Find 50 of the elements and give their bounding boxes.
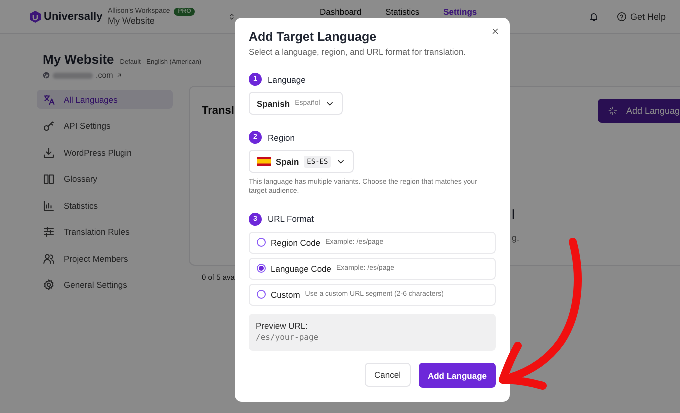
sparkle-icon (608, 106, 618, 116)
radio-button[interactable] (257, 264, 266, 274)
blurred-domain (53, 72, 93, 78)
sidebar-item[interactable]: General Settings (37, 276, 173, 294)
wordpress-icon (43, 72, 50, 79)
download-icon (43, 146, 55, 158)
sidebar-item[interactable]: WordPress Plugin (37, 143, 173, 162)
empty-state-title: l (512, 207, 515, 222)
translate-icon (43, 94, 55, 106)
nav-tab[interactable]: Dashboard (308, 7, 374, 17)
dialog-subtitle: Select a language, region, and URL format for translation. (249, 47, 468, 57)
dialog-title: Add Target Language (249, 30, 378, 44)
gear-icon (43, 279, 55, 291)
site-title: My Website (43, 52, 114, 67)
sidebar-item[interactable]: Project Members (37, 249, 173, 268)
sidebar-item[interactable]: Statistics (37, 196, 173, 215)
add-language-button[interactable]: Add Languag (598, 99, 680, 123)
preview-label: Preview URL: (256, 320, 309, 331)
logo-icon (30, 10, 41, 22)
key-icon (43, 120, 55, 132)
bell-icon (589, 12, 600, 22)
close-icon (491, 27, 500, 36)
chevron-updown-icon (228, 12, 236, 20)
empty-state-text: g. (512, 233, 520, 243)
sidebar-item[interactable]: All Languages (37, 90, 173, 109)
radio-button[interactable] (257, 290, 266, 300)
sliders-icon (43, 226, 55, 238)
step-label: Language (268, 74, 306, 84)
site-name: My Website (108, 16, 156, 26)
step-label: URL Format (268, 214, 314, 224)
add-language-button[interactable]: Add Language (418, 363, 496, 388)
flag-icon (257, 157, 271, 166)
help-button[interactable]: Get Help (611, 10, 672, 22)
cancel-button[interactable]: Cancel (364, 363, 411, 387)
card-title: Transl (202, 105, 234, 119)
sidebar-item[interactable]: API Settings (37, 116, 173, 136)
brand-name: Universally (44, 10, 103, 22)
preview-url: /es/your-page (256, 332, 320, 342)
users-icon (43, 252, 55, 264)
help-icon (617, 12, 628, 22)
step-label: Region (268, 132, 295, 142)
bar-chart-icon (43, 200, 55, 212)
sidebar-item[interactable]: Translation Rules (37, 222, 173, 242)
nav-tab[interactable]: Settings (432, 7, 490, 17)
external-link-icon (116, 72, 124, 79)
sidebar-item[interactable]: Glossary (37, 170, 173, 188)
nav-tab[interactable]: Statistics (374, 7, 432, 17)
book-icon (43, 173, 55, 185)
site-domain: .com (96, 71, 114, 80)
radio-button[interactable] (257, 238, 266, 248)
